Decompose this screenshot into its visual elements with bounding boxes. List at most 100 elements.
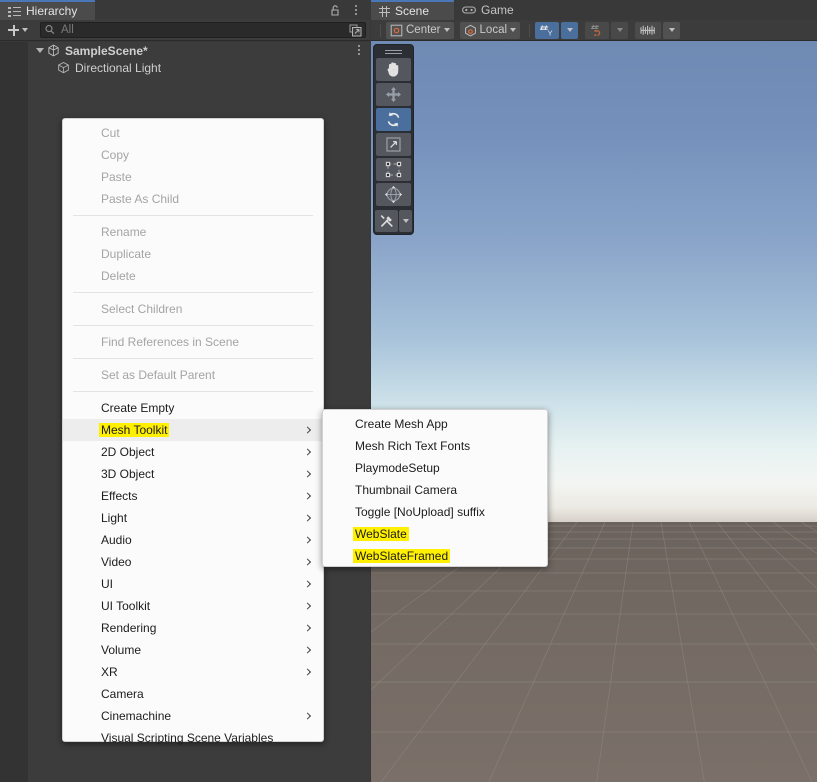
- custom-tools-group[interactable]: [375, 210, 412, 232]
- menu-item-label: Paste: [101, 170, 132, 184]
- hierarchy-row-directional-light[interactable]: Directional Light: [0, 59, 370, 76]
- menu-item-find-references-in-scene: Find References in Scene: [63, 331, 323, 353]
- snap-increment-dropdown[interactable]: [663, 21, 681, 39]
- tab-game[interactable]: Game: [454, 0, 524, 20]
- scene-options-kebab-icon[interactable]: [358, 45, 360, 55]
- palette-drag-handle[interactable]: [385, 48, 402, 55]
- menu-item-effects[interactable]: Effects: [63, 485, 323, 507]
- submenu-arrow-icon: [303, 646, 312, 654]
- hierarchy-options-kebab-icon[interactable]: [350, 3, 362, 17]
- menu-item-cinemachine[interactable]: Cinemachine: [63, 705, 323, 727]
- add-gameobject-button[interactable]: [4, 22, 32, 39]
- menu-item-paste: Paste: [63, 166, 323, 188]
- grid-axis-button[interactable]: Y: [535, 21, 560, 39]
- foldout-expanded-icon[interactable]: [36, 48, 44, 53]
- submenu-item-playmodesetup[interactable]: PlaymodeSetup: [323, 457, 547, 479]
- menu-item-volume[interactable]: Volume: [63, 639, 323, 661]
- hand-icon: [387, 62, 399, 77]
- menu-item-label: Thumbnail Camera: [355, 483, 458, 497]
- submenu-item-mesh-rich-text-fonts[interactable]: Mesh Rich Text Fonts: [323, 435, 547, 457]
- submenu-arrow-icon: [303, 580, 312, 588]
- menu-item-3d-object[interactable]: 3D Object: [63, 463, 323, 485]
- submenu-arrow-icon: [303, 536, 312, 544]
- menu-separator: [73, 325, 313, 326]
- search-extend-icon[interactable]: [347, 23, 364, 37]
- tab-hierarchy[interactable]: Hierarchy: [0, 0, 95, 20]
- menu-item-label: Copy: [101, 148, 130, 162]
- menu-item-label: Mesh Toolkit: [99, 423, 170, 437]
- menu-item-label: Create Empty: [101, 401, 175, 415]
- custom-tools-button[interactable]: [375, 210, 398, 232]
- menu-item-label: XR: [101, 665, 118, 679]
- handle-local-icon: [464, 24, 476, 36]
- grid-snap-dropdown[interactable]: [611, 21, 629, 39]
- menu-item-label: Cut: [101, 126, 120, 140]
- submenu-item-create-mesh-app[interactable]: Create Mesh App: [323, 413, 547, 435]
- hierarchy-row-samplescene[interactable]: SampleScene*: [0, 42, 370, 59]
- menu-item-video[interactable]: Video: [63, 551, 323, 573]
- snap-increment-icon: [640, 25, 655, 35]
- menu-item-ui[interactable]: UI: [63, 573, 323, 595]
- handle-space-button[interactable]: Local: [459, 21, 521, 39]
- hierarchy-tab-bar: Hierarchy: [0, 0, 370, 20]
- move-tool-button[interactable]: [376, 83, 411, 106]
- menu-item-label: Create Mesh App: [355, 417, 448, 431]
- rotate-tool-button[interactable]: [376, 108, 411, 131]
- custom-tools-dropdown[interactable]: [399, 210, 412, 232]
- hand-tool-button[interactable]: [376, 58, 411, 81]
- transform-tool-button[interactable]: [376, 183, 411, 206]
- menu-item-visual-scripting-scene-variables[interactable]: Visual Scripting Scene Variables: [63, 727, 323, 749]
- custom-tools-icon: [380, 215, 393, 227]
- menu-item-2d-object[interactable]: 2D Object: [63, 441, 323, 463]
- menu-item-paste-as-child: Paste As Child: [63, 188, 323, 210]
- submenu-item-toggle-noupload-suffix[interactable]: Toggle [NoUpload] suffix: [323, 501, 547, 523]
- snap-increment-button[interactable]: [635, 21, 662, 39]
- plus-icon: [8, 24, 19, 36]
- menu-item-audio[interactable]: Audio: [63, 529, 323, 551]
- gameobject-cube-icon: [58, 61, 69, 74]
- menu-item-xr[interactable]: XR: [63, 661, 323, 683]
- menu-separator: [73, 358, 313, 359]
- menu-item-label: Audio: [101, 533, 132, 547]
- scene-tool-palette[interactable]: [373, 44, 414, 235]
- menu-item-label: Select Children: [101, 302, 183, 316]
- menu-item-create-empty[interactable]: Create Empty: [63, 397, 323, 419]
- toolbar-divider: [380, 23, 381, 37]
- submenu-arrow-icon: [303, 624, 312, 632]
- menu-item-label: Paste As Child: [101, 192, 180, 206]
- submenu-item-webslate[interactable]: WebSlate: [323, 523, 547, 545]
- menu-item-light[interactable]: Light: [63, 507, 323, 529]
- submenu-item-thumbnail-camera[interactable]: Thumbnail Camera: [323, 479, 547, 501]
- mesh-toolkit-submenu[interactable]: Create Mesh App Mesh Rich Text Fonts Playm…: [322, 409, 548, 567]
- menu-item-label: PlaymodeSetup: [355, 461, 440, 475]
- submenu-item-webslateframed[interactable]: WebSlateFramed: [323, 545, 547, 567]
- menu-item-label: Toggle [NoUpload] suffix: [355, 505, 485, 519]
- search-placeholder-text: All: [61, 24, 74, 36]
- gamepad-icon: [462, 6, 476, 14]
- unity-editor-window: Hierarchy All SampleScene* Directional L…: [0, 0, 817, 782]
- menu-item-rename: Rename: [63, 221, 323, 243]
- menu-item-set-as-default-parent: Set as Default Parent: [63, 364, 323, 386]
- scale-tool-button[interactable]: [376, 133, 411, 156]
- hierarchy-context-menu[interactable]: Cut Copy Paste Paste As Child Rename Duplicat…: [62, 118, 324, 745]
- search-input[interactable]: All: [40, 22, 366, 38]
- grid-axis-dropdown[interactable]: [561, 21, 579, 39]
- scale-icon: [386, 137, 401, 152]
- menu-item-label: 3D Object: [101, 467, 155, 481]
- menu-item-copy: Copy: [63, 144, 323, 166]
- grid-snap-button[interactable]: [585, 21, 610, 39]
- search-icon: [45, 25, 55, 35]
- handle-space-label: Local: [479, 24, 508, 36]
- menu-item-mesh-toolkit[interactable]: Mesh Toolkit: [63, 419, 323, 441]
- submenu-arrow-icon: [303, 712, 312, 720]
- submenu-arrow-icon: [303, 558, 312, 566]
- pivot-mode-button[interactable]: Center: [386, 21, 454, 39]
- rect-tool-button[interactable]: [376, 158, 411, 181]
- toolbar-divider: [529, 23, 531, 37]
- tab-scene[interactable]: Scene: [371, 0, 454, 20]
- submenu-arrow-icon: [303, 426, 312, 434]
- menu-item-camera[interactable]: Camera: [63, 683, 323, 705]
- menu-item-ui-toolkit[interactable]: UI Toolkit: [63, 595, 323, 617]
- lock-open-icon[interactable]: [328, 3, 342, 17]
- menu-item-rendering[interactable]: Rendering: [63, 617, 323, 639]
